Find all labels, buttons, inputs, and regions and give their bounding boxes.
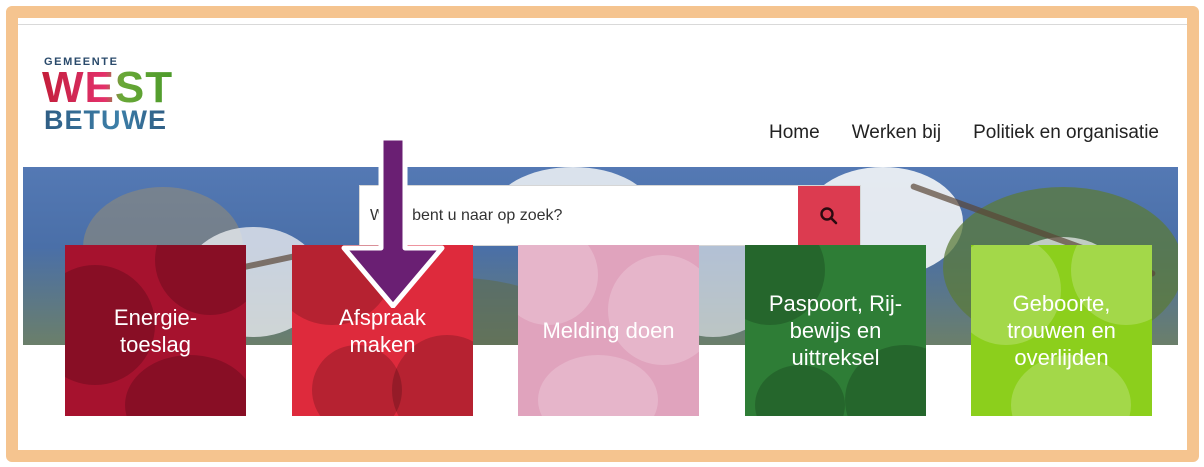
logo-betuwe: BETUWE <box>44 105 167 135</box>
tile-label: Afspraak maken <box>339 304 426 357</box>
main-nav: Home Werken bij Politiek en organisatie <box>769 122 1159 144</box>
tile-label: Energie- toeslag <box>113 304 198 357</box>
annotation-arrow <box>341 138 445 308</box>
tile-energietoeslag[interactable]: Energie- toeslag <box>65 245 246 416</box>
tile-label: Melding doen <box>542 318 675 343</box>
tile-label: Geboorte, trouwen en overlijden <box>1007 291 1116 370</box>
tile-paspoort-rijbewijs-uittreksel[interactable]: Paspoort, Rij- bewijs en uittreksel <box>745 245 926 416</box>
top-divider <box>18 24 1187 25</box>
logo[interactable]: GEMEENTE WEST BETUWE <box>42 56 214 146</box>
search-button[interactable] <box>798 186 860 245</box>
search-icon <box>820 206 838 224</box>
nav-werken-bij[interactable]: Werken bij <box>852 122 941 144</box>
screenshot-frame: GEMEENTE WEST BETUWE Home Werken bij Pol… <box>6 6 1199 462</box>
nav-politiek-en-organisatie[interactable]: Politiek en organisatie <box>973 122 1159 144</box>
tile-melding-doen[interactable]: Melding doen <box>518 245 699 416</box>
nav-home[interactable]: Home <box>769 122 820 144</box>
tile-label: Paspoort, Rij- bewijs en uittreksel <box>768 291 903 370</box>
quick-links: Energie- toeslag Afspraak maken Melding … <box>65 245 1153 416</box>
logo-west: WEST <box>42 63 174 112</box>
tile-geboorte-trouwen-overlijden[interactable]: Geboorte, trouwen en overlijden <box>971 245 1152 416</box>
